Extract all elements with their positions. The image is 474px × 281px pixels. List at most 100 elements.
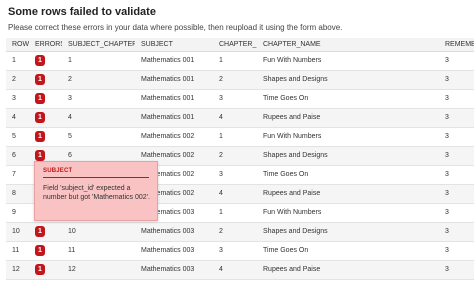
subject-cell: Mathematics 003 (141, 266, 195, 273)
remembrance-rate-cell: 3 (445, 190, 449, 197)
error-count-badge[interactable]: 1 (35, 112, 45, 123)
chapter-name-cell: Rupees and Paise (263, 266, 321, 273)
table-row: 4 1 4 Mathematics 001 4 Rupees and Paise 3 (6, 108, 474, 127)
remembrance-rate-cell: 3 (445, 266, 449, 273)
column-header-subject: SUBJECT (135, 38, 213, 52)
table-row: 2 1 2 Mathematics 001 2 Shapes and Designs 3 (6, 70, 474, 89)
remembrance-rate-cell: 3 (445, 76, 449, 83)
subject-cell: Mathematics 003 (141, 228, 195, 235)
page-subtitle: Please correct these errors in your data… (8, 23, 343, 32)
table-row: 1 1 1 Mathematics 001 1 Fun With Numbers 3 (6, 51, 474, 70)
chapter-name-cell: Time Goes On (263, 171, 309, 178)
remembrance-rate-cell: 3 (445, 152, 449, 159)
errors-cell: 1 (29, 51, 62, 70)
subject-chapter-id-cell: 4 (68, 114, 72, 121)
chapter-name-cell: Time Goes On (263, 95, 309, 102)
row-number-cell: 9 (12, 209, 16, 216)
chapter-id-cell: 1 (219, 209, 223, 216)
chapter-id-cell: 3 (219, 95, 223, 102)
chapter-name-cell: Rupees and Paise (263, 190, 321, 197)
remembrance-rate-cell: 3 (445, 95, 449, 102)
subject-chapter-id-cell: 1 (68, 57, 72, 64)
column-header-subject-chapter-id: SUBJECT_CHAPTER_ID (62, 38, 135, 52)
validation-table: ROW ERRORS SUBJECT_CHAPTER_ID SUBJECT CH… (6, 38, 474, 280)
chapter-id-cell: 1 (219, 133, 223, 140)
chapter-name-cell: Fun With Numbers (263, 133, 322, 140)
chapter-name-cell: Rupees and Paise (263, 114, 321, 121)
subject-cell: Mathematics 002 (141, 133, 195, 140)
table-row: 10 1 10 Mathematics 003 2 Shapes and Designs 3 (6, 222, 474, 241)
row-number-cell: 7 (12, 171, 16, 178)
row-number-cell: 1 (12, 57, 16, 64)
errors-cell: 1 (29, 70, 62, 89)
errors-cell: 1 (29, 260, 62, 279)
tooltip-message: Field 'subject_id' expected a number but… (43, 185, 150, 201)
chapter-id-cell: 2 (219, 76, 223, 83)
subject-cell: Mathematics 001 (141, 57, 195, 64)
subject-cell: Mathematics 001 (141, 114, 195, 121)
error-count-badge[interactable]: 1 (35, 264, 45, 275)
error-count-badge[interactable]: 1 (35, 245, 45, 256)
tooltip-heading: SUBJECT (43, 168, 149, 178)
chapter-name-cell: Time Goes On (263, 247, 309, 254)
table-row: 12 1 12 Mathematics 003 4 Rupees and Paise 3 (6, 260, 474, 279)
column-header-remembrance-rate: REMEMBRANCE_RATE (439, 38, 474, 52)
error-count-badge[interactable]: 1 (35, 150, 45, 161)
row-number-cell: 4 (12, 114, 16, 121)
chapter-id-cell: 4 (219, 266, 223, 273)
row-number-cell: 2 (12, 76, 16, 83)
subject-cell: Mathematics 001 (141, 95, 195, 102)
validation-table-container[interactable]: ROW ERRORS SUBJECT_CHAPTER_ID SUBJECT CH… (6, 38, 474, 281)
table-row: 11 1 11 Mathematics 003 3 Time Goes On 3 (6, 241, 474, 260)
column-header-chapter-name: CHAPTER_NAME (257, 38, 439, 52)
column-header-row: ROW (6, 38, 29, 52)
remembrance-rate-cell: 3 (445, 171, 449, 178)
remembrance-rate-cell: 3 (445, 209, 449, 216)
row-number-cell: 8 (12, 190, 16, 197)
table-row: 5 1 5 Mathematics 002 1 Fun With Numbers 3 (6, 127, 474, 146)
subject-chapter-id-cell: 10 (68, 228, 76, 235)
row-number-cell: 10 (12, 228, 20, 235)
error-count-badge[interactable]: 1 (35, 131, 45, 142)
chapter-name-cell: Fun With Numbers (263, 57, 322, 64)
chapter-id-cell: 4 (219, 114, 223, 121)
chapter-id-cell: 3 (219, 247, 223, 254)
remembrance-rate-cell: 3 (445, 114, 449, 121)
errors-cell: 1 (29, 127, 62, 146)
chapter-id-cell: 2 (219, 228, 223, 235)
subject-cell: Mathematics 003 (141, 247, 195, 254)
subject-chapter-id-cell: 5 (68, 133, 72, 140)
subject-chapter-id-cell: 3 (68, 95, 72, 102)
error-count-badge[interactable]: 1 (35, 74, 45, 85)
errors-cell: 1 (29, 241, 62, 260)
subject-chapter-id-cell: 11 (68, 247, 76, 254)
chapter-id-cell: 1 (219, 57, 223, 64)
table-header-row: ROW ERRORS SUBJECT_CHAPTER_ID SUBJECT CH… (6, 38, 474, 52)
remembrance-rate-cell: 3 (445, 247, 449, 254)
error-count-badge[interactable]: 1 (35, 226, 45, 237)
error-count-badge[interactable]: 1 (35, 55, 45, 66)
table-row: 3 1 3 Mathematics 001 3 Time Goes On 3 (6, 89, 474, 108)
row-number-cell: 5 (12, 133, 16, 140)
errors-cell: 1 (29, 89, 62, 108)
chapter-name-cell: Shapes and Designs (263, 76, 328, 83)
page-title: Some rows failed to validate (8, 6, 156, 18)
chapter-id-cell: 2 (219, 152, 223, 159)
column-header-chapter-id: CHAPTER_ID (213, 38, 257, 52)
error-count-badge[interactable]: 1 (35, 93, 45, 104)
chapter-name-cell: Fun With Numbers (263, 209, 322, 216)
subject-chapter-id-cell: 12 (68, 266, 76, 273)
column-header-errors: ERRORS (29, 38, 62, 52)
errors-cell: 1 (29, 222, 62, 241)
remembrance-rate-cell: 3 (445, 228, 449, 235)
subject-cell: Mathematics 001 (141, 76, 195, 83)
chapter-name-cell: Shapes and Designs (263, 228, 328, 235)
row-number-cell: 3 (12, 95, 16, 102)
row-number-cell: 6 (12, 152, 16, 159)
row-number-cell: 12 (12, 266, 20, 273)
chapter-name-cell: Shapes and Designs (263, 152, 328, 159)
remembrance-rate-cell: 3 (445, 133, 449, 140)
row-number-cell: 11 (12, 247, 20, 254)
chapter-id-cell: 4 (219, 190, 223, 197)
chapter-id-cell: 3 (219, 171, 223, 178)
